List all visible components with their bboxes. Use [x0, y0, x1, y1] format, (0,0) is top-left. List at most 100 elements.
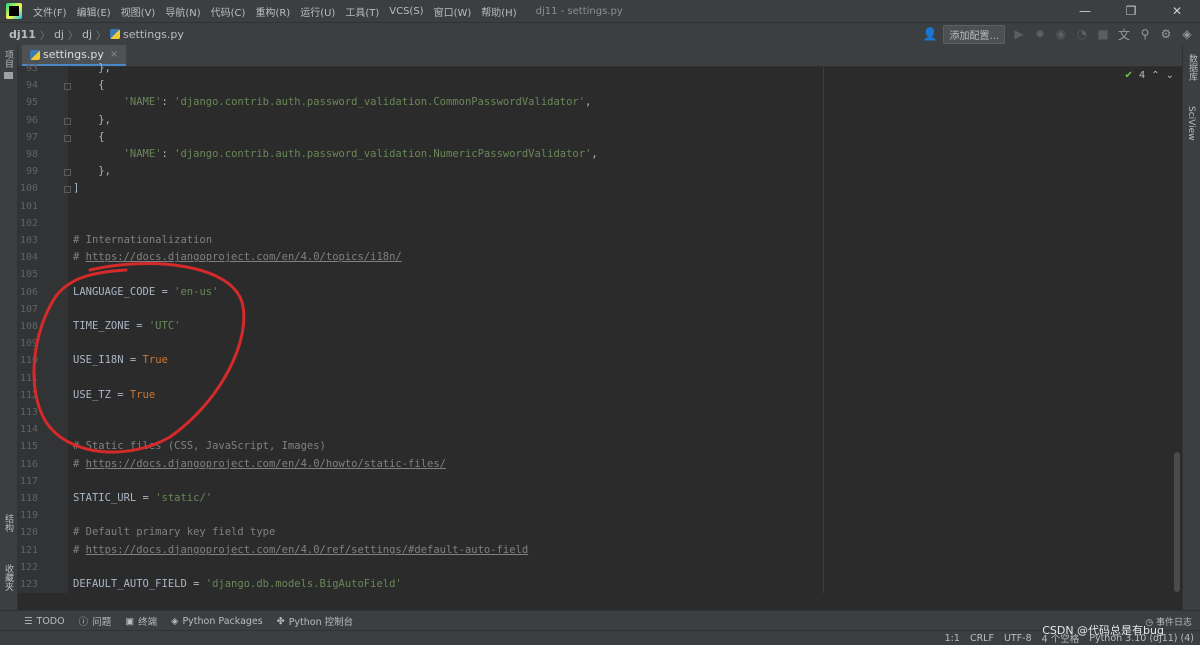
menu-code[interactable]: 代码(C) — [206, 4, 251, 19]
structure-tool-button[interactable]: 结构 — [2, 514, 15, 532]
line-number[interactable]: 93 — [18, 63, 38, 74]
problems-tool-button[interactable]: ⓘ 问题 — [79, 614, 112, 628]
todo-tool-button[interactable]: ☰ TODO — [24, 616, 65, 627]
toolbar: 👤 添加配置... ▶ ✹ ◉ ◔ ■ 文 ⚲ ⚙ ◈ — [922, 23, 1194, 45]
menu-refactor[interactable]: 重构(R) — [250, 4, 295, 19]
search-icon[interactable]: ⚲ — [1138, 27, 1152, 41]
code-token: 'NAME' — [123, 148, 162, 160]
fold-marker-icon[interactable] — [64, 83, 71, 91]
line-number[interactable]: 97 — [18, 132, 38, 143]
inspection-widget[interactable]: ✔ 4 ⌃ ⌄ — [1124, 70, 1174, 81]
pycharm-logo-icon[interactable] — [6, 3, 22, 19]
code-line[interactable]: { — [73, 79, 104, 91]
breadcrumb-folder-dj-inner[interactable]: dj — [79, 28, 95, 41]
code-line[interactable]: # Default primary key field type — [73, 526, 275, 538]
coverage-icon[interactable]: ◉ — [1054, 27, 1068, 41]
user-icon[interactable]: 👤 — [922, 27, 937, 41]
line-number[interactable]: 99 — [18, 166, 38, 177]
caret-position[interactable]: 1:1 — [945, 633, 960, 644]
line-number[interactable]: 120 — [18, 527, 38, 538]
fold-marker-icon[interactable] — [64, 186, 71, 194]
code-line[interactable]: }, — [73, 62, 111, 74]
python-console-tool-button[interactable]: ✤ Python 控制台 — [277, 614, 353, 629]
favorites-tool-button[interactable]: 收藏夹 — [2, 564, 15, 591]
code-link[interactable]: https://docs.djangoproject.com/en/4.0/re… — [86, 544, 529, 556]
debug-icon[interactable]: ✹ — [1033, 27, 1047, 41]
settings-gear-icon[interactable]: ⚙ — [1159, 27, 1173, 41]
code-line[interactable]: # https://docs.djangoproject.com/en/4.0/… — [73, 544, 528, 556]
line-number[interactable]: 118 — [18, 493, 38, 504]
line-number[interactable]: 119 — [18, 510, 38, 521]
database-tool-button[interactable]: 数据库 — [1186, 54, 1199, 81]
breadcrumb-project[interactable]: dj11 — [0, 28, 39, 41]
line-number[interactable]: 102 — [18, 218, 38, 229]
terminal-tool-button[interactable]: ▣ 终端 — [125, 614, 158, 629]
code-line[interactable]: DEFAULT_AUTO_FIELD = 'django.db.models.B… — [73, 578, 402, 590]
code-line[interactable]: STATIC_URL = 'static/' — [73, 492, 212, 504]
code-token: # — [73, 543, 86, 556]
chevron-up-icon[interactable]: ⌃ — [1151, 70, 1159, 81]
code-line[interactable]: 'NAME': 'django.contrib.auth.password_va… — [73, 148, 598, 160]
tab-label: settings.py — [43, 48, 104, 61]
code-line[interactable]: { — [73, 131, 104, 143]
line-number[interactable]: 123 — [18, 579, 38, 590]
menu-view[interactable]: 视图(V) — [116, 4, 161, 19]
python-packages-tool-button[interactable]: ◈ Python Packages — [171, 616, 263, 627]
add-configuration-button[interactable]: 添加配置... — [943, 24, 1005, 44]
stop-icon[interactable]: ■ — [1096, 27, 1110, 41]
breadcrumb-folder-dj[interactable]: dj — [51, 28, 67, 41]
code-line[interactable]: }, — [73, 114, 111, 126]
menu-file[interactable]: 文件(F) — [28, 4, 72, 19]
menu-vcs[interactable]: VCS(S) — [384, 6, 428, 17]
line-number[interactable]: 121 — [18, 545, 38, 556]
line-number[interactable]: 103 — [18, 235, 38, 246]
code-line[interactable]: }, — [73, 165, 111, 177]
editor-tab-bar: settings.py × — [18, 45, 1182, 67]
editor-scrollbar[interactable] — [1174, 452, 1180, 592]
run-icon[interactable]: ▶ — [1012, 27, 1026, 41]
line-separator[interactable]: CRLF — [970, 633, 994, 644]
sciview-tool-button[interactable]: SciView — [1186, 106, 1196, 141]
python-file-icon — [110, 29, 121, 39]
csdn-watermark: CSDN @代码总是有bug — [1042, 624, 1164, 637]
code-token: , — [585, 96, 592, 109]
code-line[interactable]: 'NAME': 'django.contrib.auth.password_va… — [73, 96, 592, 109]
terminal-label: 终端 — [138, 617, 158, 628]
menu-run[interactable]: 运行(U) — [295, 4, 340, 19]
list-icon: ☰ — [24, 615, 33, 627]
line-number[interactable]: 116 — [18, 459, 38, 470]
line-number[interactable]: 98 — [18, 149, 38, 160]
ide-logo-icon[interactable]: ◈ — [1180, 27, 1194, 41]
menu-window[interactable]: 窗口(W) — [429, 4, 477, 19]
fold-marker-icon[interactable] — [64, 134, 71, 142]
line-number[interactable]: 117 — [18, 476, 38, 487]
line-number[interactable]: 96 — [18, 115, 38, 126]
line-number[interactable]: 100 — [18, 183, 38, 194]
chevron-down-icon[interactable]: ⌄ — [1166, 70, 1174, 81]
profile-icon[interactable]: ◔ — [1075, 27, 1089, 41]
status-bar: 1:1 CRLF UTF-8 4 个空格 Python 3.10 (dj11) … — [0, 630, 1200, 645]
project-tool-button[interactable]: 项目 — [2, 50, 15, 68]
breadcrumb-chevron-icon: 〉 — [96, 30, 107, 42]
line-number[interactable]: 94 — [18, 80, 38, 91]
minimize-button[interactable]: — — [1062, 0, 1108, 22]
translate-icon[interactable]: 文 — [1117, 26, 1131, 43]
code-token: 'static/' — [155, 492, 213, 504]
line-number[interactable]: 101 — [18, 201, 38, 212]
breadcrumb-file[interactable]: settings.py — [107, 28, 187, 41]
fold-marker-icon[interactable] — [64, 117, 71, 125]
menu-help[interactable]: 帮助(H) — [476, 4, 521, 19]
fold-marker-icon[interactable] — [64, 169, 71, 177]
line-number[interactable]: 122 — [18, 562, 38, 573]
folder-icon — [4, 72, 13, 79]
code-line[interactable]: ] — [73, 182, 79, 194]
close-window-button[interactable]: ✕ — [1154, 0, 1200, 22]
close-tab-icon[interactable]: × — [110, 49, 118, 60]
line-number[interactable]: 95 — [18, 97, 38, 108]
code-line[interactable]: # Internationalization — [73, 234, 212, 246]
menu-navigate[interactable]: 导航(N) — [160, 4, 205, 19]
menu-tools[interactable]: 工具(T) — [340, 4, 384, 19]
restore-button[interactable]: ❐ — [1108, 0, 1154, 22]
file-encoding[interactable]: UTF-8 — [1004, 633, 1032, 644]
menu-edit[interactable]: 编辑(E) — [72, 4, 116, 19]
